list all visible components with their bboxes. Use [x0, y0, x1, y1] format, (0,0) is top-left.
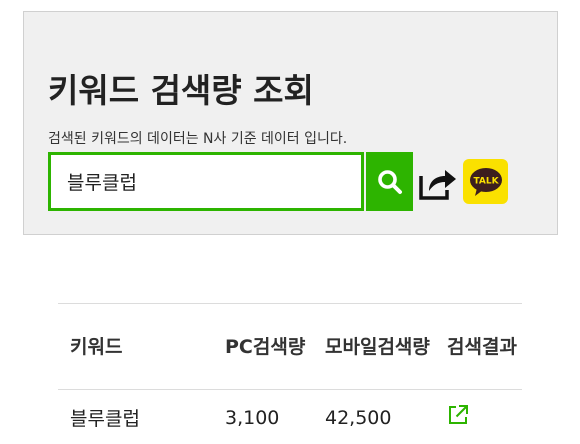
keyword-search-input[interactable]: [48, 152, 364, 211]
table-header-row: 키워드 PC검색량 모바일검색량 검색결과: [58, 303, 522, 390]
search-button[interactable]: [366, 152, 413, 211]
table-row: 블루클럽 3,100 42,500: [58, 390, 522, 444]
header-pc-volume: PC검색량: [225, 335, 306, 358]
cell-pc-volume: 3,100: [225, 406, 280, 429]
cell-keyword: 블루클럽: [70, 408, 140, 431]
cell-mobile-volume: 42,500: [325, 406, 392, 429]
share-icon: [419, 170, 456, 200]
kakaotalk-label: TALK: [473, 176, 499, 186]
kakaotalk-icon: TALK: [469, 167, 502, 196]
keyword-search-card: 키워드 검색량 조회 검색된 키워드의 데이터는 N사 기준 데이터 입니다. …: [23, 11, 558, 235]
external-link-icon: [449, 405, 468, 425]
search-result-link[interactable]: [447, 404, 469, 426]
share-button[interactable]: [416, 160, 460, 204]
header-mobile-volume: 모바일검색량: [325, 335, 430, 358]
keyword-results-table: 키워드 PC검색량 모바일검색량 검색결과 블루클럽 3,100 42,500: [58, 303, 522, 444]
cell-search-result: [435, 390, 522, 444]
data-source-description: 검색된 키워드의 데이터는 N사 기준 데이터 입니다.: [48, 131, 348, 147]
page-title: 키워드 검색량 조회: [48, 71, 314, 110]
kakaotalk-share-button[interactable]: TALK: [463, 159, 508, 204]
header-keyword: 키워드: [70, 335, 123, 358]
header-search-result: 검색결과: [447, 335, 517, 358]
search-icon: [377, 169, 402, 194]
